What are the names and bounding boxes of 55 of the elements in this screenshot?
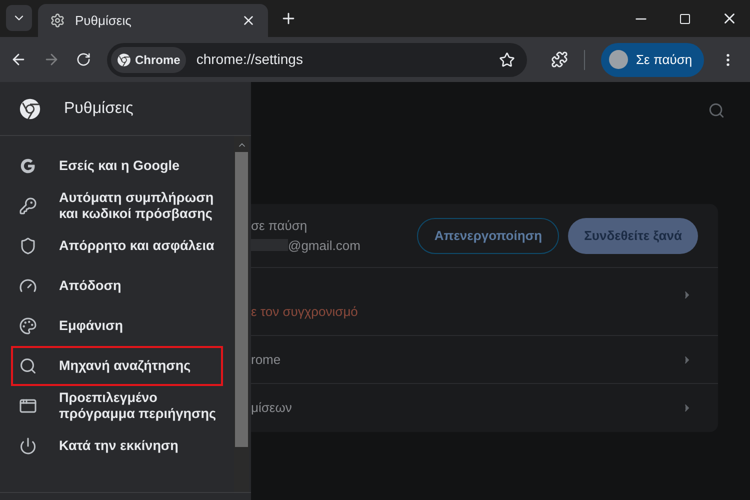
search-icon [19, 357, 37, 375]
drawer-item[interactable]: Κατά την εκκίνηση [13, 428, 221, 464]
item-label: Προεπιλεγμένο πρόγραμμα περιήγησης [59, 390, 217, 422]
item-label: Απόδοση [59, 278, 122, 294]
settings-row[interactable]: μίσεων [251, 384, 718, 432]
row-label: ε τον συγχρονισμό [251, 302, 358, 321]
row-label: rome [251, 350, 281, 369]
sync-status: σε παύση [251, 217, 308, 235]
close-tab-icon[interactable] [241, 13, 256, 28]
scrollbar-thumb[interactable] [235, 152, 248, 447]
palette-icon [19, 317, 37, 335]
google-g-icon [19, 157, 37, 175]
gauge-icon [19, 277, 37, 295]
account-button[interactable]: Απενεργοποίηση [417, 218, 560, 254]
star-icon[interactable] [499, 52, 515, 68]
drawer-item[interactable]: Αυτόματη συμπλήρωση και κωδικοί πρόσβασης [13, 188, 221, 224]
row-label: μίσεων [251, 399, 292, 418]
window-icon [19, 397, 37, 415]
drawer-item[interactable]: Απόρρητο και ασφάλεια [13, 228, 221, 264]
drawer-title: Ρυθμίσεις [64, 98, 134, 118]
drawer-item[interactable]: Μηχανή αναζήτησης [13, 348, 221, 384]
item-label: Εσείς και η Google [59, 158, 181, 174]
search-icon[interactable] [708, 102, 725, 119]
settings-row[interactable]: rome [251, 336, 718, 384]
chrome-chip[interactable]: Chrome [111, 46, 186, 72]
extensions-icon[interactable] [551, 51, 568, 68]
chip-label: Chrome [135, 52, 180, 68]
settings-icon [50, 13, 65, 28]
new-tab-icon[interactable] [280, 10, 297, 27]
chrome-logo-icon [19, 98, 41, 120]
power-icon [19, 437, 37, 455]
item-label: Αυτόματη συμπλήρωση και κωδικοί πρόσβασης [59, 190, 215, 222]
forward-icon[interactable] [43, 51, 60, 68]
chrome-logo-icon [117, 52, 131, 66]
account-email: @gmail.com [288, 236, 360, 255]
drawer-item[interactable]: Απόδοση [13, 268, 221, 304]
maximize-icon[interactable] [679, 12, 691, 24]
item-label: Μηχανή αναζήτησης [59, 358, 192, 374]
tab-search-button[interactable] [6, 4, 32, 30]
item-label: Εμφάνιση [59, 318, 124, 334]
tab-title: Ρυθμίσεις [75, 12, 132, 30]
back-icon[interactable] [10, 51, 27, 68]
reload-icon[interactable] [76, 52, 91, 67]
profile-button[interactable]: Σε παύση [601, 42, 704, 76]
drawer-item[interactable]: Εσείς και η Google [13, 148, 221, 184]
item-label: Κατά την εκκίνηση [59, 438, 180, 454]
drawer-item[interactable]: Εμφάνιση [13, 308, 221, 344]
browser-tab[interactable]: Ρυθμίσεις [38, 4, 268, 37]
key-icon [19, 197, 37, 215]
address-bar[interactable]: Chrome chrome://settings [107, 42, 527, 76]
avatar-icon [609, 50, 628, 69]
url-text: chrome://settings [196, 50, 304, 69]
shield-icon [19, 237, 37, 255]
item-label: Απόρρητο και ασφάλεια [59, 238, 216, 254]
drawer-item[interactable]: Προεπιλεγμένο πρόγραμμα περιήγησης [13, 388, 221, 424]
